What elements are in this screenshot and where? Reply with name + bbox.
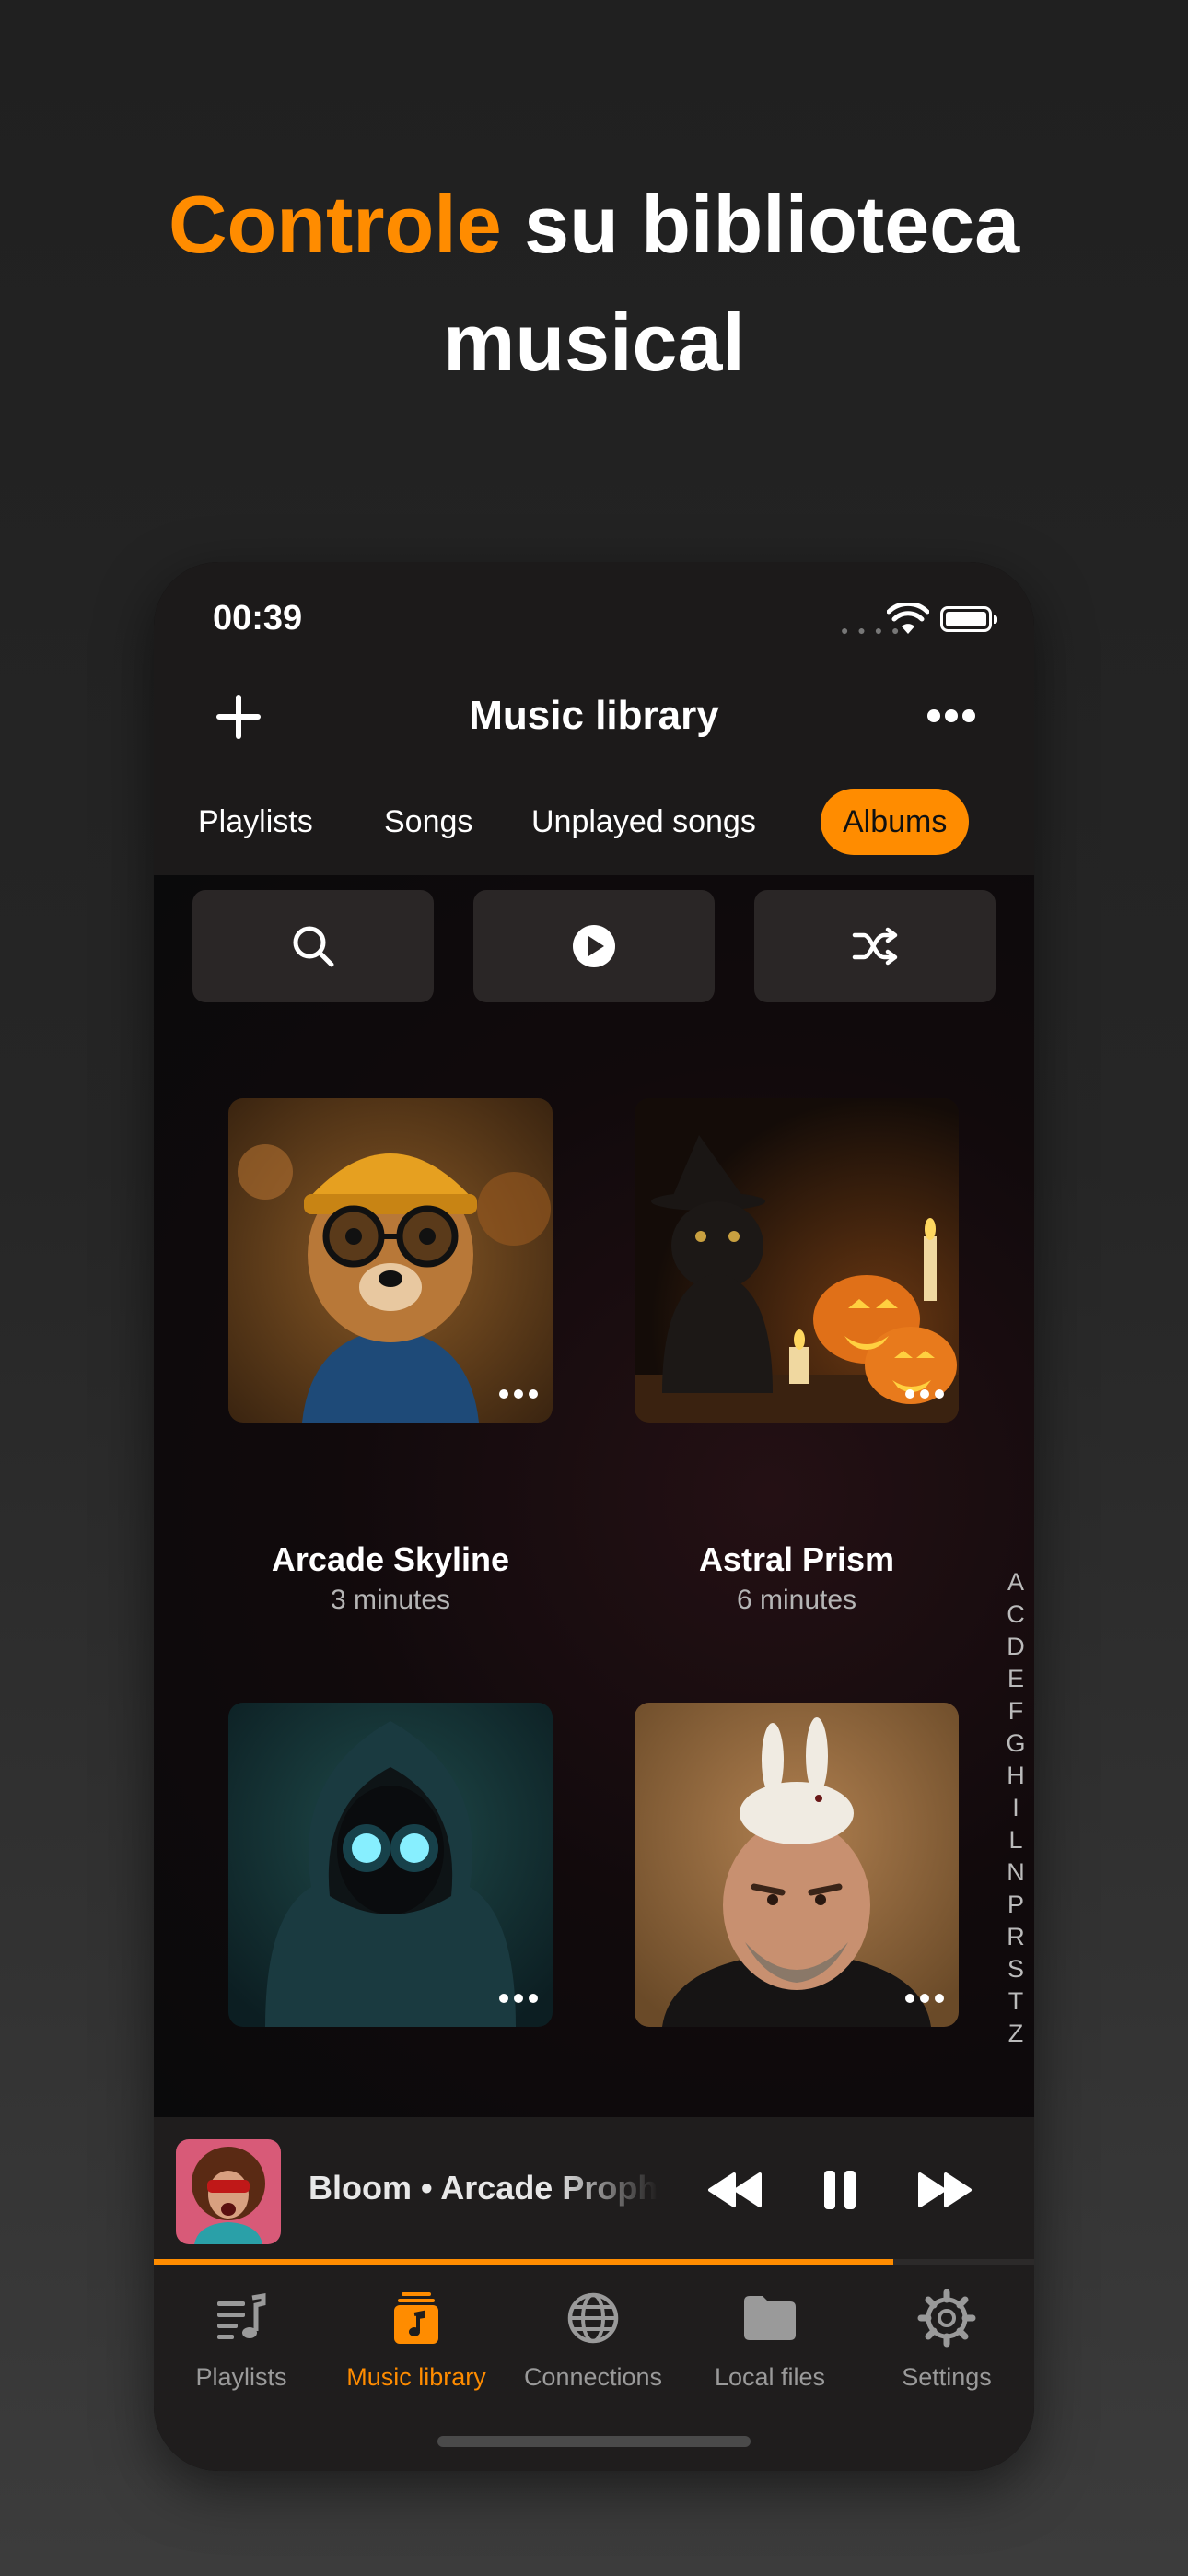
tab-songs[interactable]: Songs: [362, 789, 495, 855]
tabbar-label: Settings: [902, 2363, 992, 2391]
index-letter[interactable]: T: [999, 1985, 1032, 2018]
index-letter[interactable]: I: [999, 1792, 1032, 1824]
album-more-button[interactable]: [499, 1994, 538, 2003]
status-icons: ● ● ● ●: [841, 601, 997, 638]
rewind-button[interactable]: [703, 2158, 767, 2222]
tabbar-item-playlists[interactable]: Playlists: [154, 2289, 329, 2392]
search-icon: [293, 926, 334, 967]
home-indicator: [437, 2436, 751, 2447]
headline-line2: musical: [443, 297, 745, 388]
shuffle-icon: [852, 927, 898, 966]
play-all-button[interactable]: [473, 890, 715, 1002]
headline-accent: Controle: [168, 179, 502, 270]
index-letter[interactable]: A: [999, 1566, 1032, 1598]
index-letter[interactable]: D: [999, 1631, 1032, 1663]
index-letter[interactable]: C: [999, 1598, 1032, 1631]
wifi-icon: [887, 603, 929, 634]
hooded-robot-image: [228, 1703, 553, 2027]
page-title: Music library: [469, 693, 719, 738]
tabbar-item-connections[interactable]: Connections: [506, 2289, 681, 2392]
pause-button[interactable]: [808, 2158, 872, 2222]
album-grid-area: Arcade Skyline 3 minutes Astral Prism 6 …: [154, 875, 1034, 2117]
now-playing-image: [176, 2139, 281, 2244]
top-area: 00:39 ● ● ● ● Music library Playlists So…: [154, 562, 1034, 875]
album-title: Arcade Skyline: [271, 1540, 510, 1578]
tabbar-label: Local files: [714, 2363, 826, 2391]
album-duration: 3 minutes: [330, 1585, 451, 1615]
index-letter[interactable]: L: [999, 1824, 1032, 1856]
index-letter[interactable]: F: [999, 1695, 1032, 1727]
alphabet-index[interactable]: ACDEFGHILNPRSTZ: [999, 1566, 1032, 2050]
status-time: 00:39: [213, 599, 303, 638]
index-letter[interactable]: E: [999, 1663, 1032, 1695]
battery-icon: [940, 606, 997, 632]
headline-rest: su biblioteca: [501, 179, 1020, 270]
globe-icon: [567, 2292, 619, 2344]
tab-playlists[interactable]: Playlists: [176, 789, 335, 855]
album-more-button[interactable]: [905, 1994, 944, 2003]
search-button[interactable]: [192, 890, 434, 1002]
index-letter[interactable]: N: [999, 1856, 1032, 1889]
album-duration: 6 minutes: [736, 1585, 857, 1615]
tabbar-item-music-library[interactable]: Music library: [329, 2289, 504, 2392]
mini-player[interactable]: Bloom • Arcade Prophets: [154, 2117, 1034, 2265]
index-letter[interactable]: G: [999, 1727, 1032, 1760]
folder-icon: [744, 2296, 796, 2340]
phone-frame: 00:39 ● ● ● ● Music library Playlists So…: [154, 562, 1034, 2471]
fast-forward-button[interactable]: [913, 2158, 977, 2222]
index-letter[interactable]: P: [999, 1889, 1032, 1921]
album-cover[interactable]: [228, 1703, 553, 2027]
album-cover[interactable]: [228, 1098, 553, 1423]
playlist-icon: [217, 2293, 266, 2339]
album-cover[interactable]: [635, 1703, 959, 2027]
album-more-button[interactable]: [905, 1389, 944, 1399]
now-playing-artwork[interactable]: [176, 2139, 281, 2244]
tab-bar: Playlists Music library Connections Loca…: [154, 2265, 1034, 2471]
tab-albums[interactable]: Albums: [821, 789, 970, 855]
more-options-button[interactable]: [927, 709, 975, 722]
cat-with-pumpkins-image: [635, 1098, 959, 1423]
tab-unplayed-songs[interactable]: Unplayed songs: [509, 789, 778, 855]
segment-tabs: Playlists Songs Unplayed songs Albums: [176, 789, 1023, 855]
play-circle-icon: [573, 925, 615, 967]
album-title: Astral Prism: [698, 1540, 895, 1578]
dog-in-beanie-image: [228, 1098, 553, 1423]
now-playing-title[interactable]: Bloom • Arcade Prophets: [309, 2169, 658, 2207]
music-library-icon: [394, 2292, 438, 2344]
album-cover[interactable]: [635, 1098, 959, 1423]
tabbar-item-settings[interactable]: Settings: [859, 2289, 1034, 2392]
tabbar-label: Music library: [346, 2363, 486, 2391]
gear-icon: [917, 2289, 976, 2348]
tabbar-label: Connections: [523, 2363, 663, 2391]
album-more-button[interactable]: [499, 1389, 538, 1399]
tabbar-item-local-files[interactable]: Local files: [682, 2289, 857, 2392]
index-letter[interactable]: S: [999, 1953, 1032, 1985]
index-letter[interactable]: R: [999, 1921, 1032, 1953]
headline: Controle su biblioteca musical: [0, 166, 1188, 402]
tabbar-label: Playlists: [195, 2363, 287, 2391]
index-letter[interactable]: Z: [999, 2018, 1032, 2050]
index-letter[interactable]: H: [999, 1760, 1032, 1792]
shuffle-button[interactable]: [754, 890, 996, 1002]
man-with-rabbit-image: [635, 1703, 959, 2027]
